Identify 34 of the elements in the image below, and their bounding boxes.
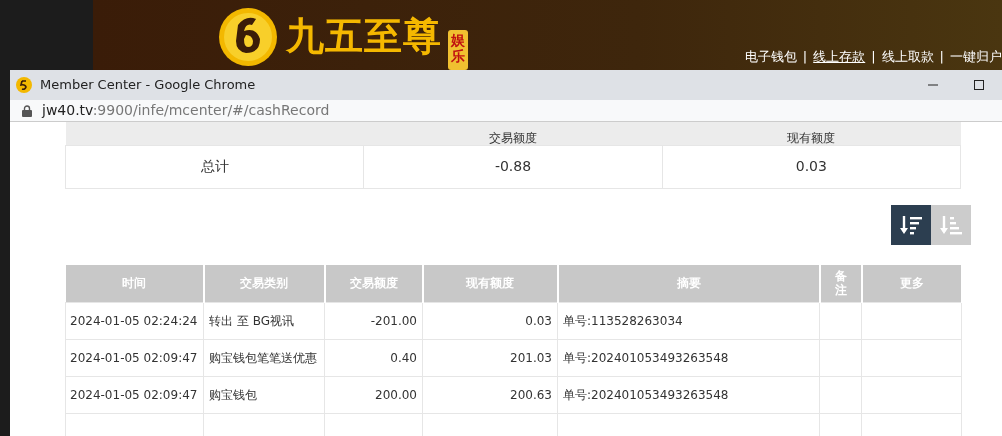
sort-descending-button[interactable] (891, 204, 931, 245)
table-cell: 200.63 (422, 376, 558, 414)
table-cell: 转出 至 BG视讯 (203, 302, 325, 340)
table-cell: 购宝钱包 (203, 376, 325, 414)
table-cell: 0.03 (662, 145, 961, 188)
nav-separator: | (802, 47, 808, 66)
logo-badge: 娱乐 (448, 30, 468, 70)
nav-separator: | (939, 47, 944, 66)
table-cell: 购宝钱包笔笔送优惠 (203, 339, 325, 377)
maximize-icon (974, 80, 984, 90)
table-cell: -0.88 (363, 145, 663, 188)
app-icon (16, 77, 32, 93)
nav-link[interactable]: 电子钱包 (744, 46, 797, 66)
nav-link[interactable]: 线上存款 (813, 46, 866, 66)
table-cell: 2024-01-05 02:24:24 (65, 302, 204, 340)
column-header: 交易额度 (489, 130, 537, 145)
table-cell: 200.00 (324, 376, 423, 414)
table-cell: 总计 (65, 145, 364, 188)
table-cell: 2024-01-05 02:09:47 (65, 339, 204, 377)
table-cell: 0.03 (422, 302, 558, 340)
lock-icon (22, 104, 32, 117)
table-cell: 201.03 (422, 339, 558, 377)
table-cell: 单号:113528263034 (557, 302, 820, 340)
table-cell: 0.40 (324, 339, 423, 377)
nav-link[interactable]: 线上取款 (881, 46, 934, 66)
table-cell: 2024-01-05 02:09:47 (65, 376, 204, 414)
window-title: Member Center - Google Chrome (40, 76, 256, 95)
nav-link[interactable]: 一键归户 (950, 46, 1002, 66)
nav-separator: | (871, 47, 876, 66)
table-cell: -201.00 (324, 302, 423, 340)
table-cell: 单号:202401053493263548 (557, 339, 820, 377)
table-cell: 单号:202401053493263548 (557, 376, 820, 414)
column-header: 现有额度 (787, 130, 836, 145)
logo-text: 九五至尊 (286, 11, 442, 60)
